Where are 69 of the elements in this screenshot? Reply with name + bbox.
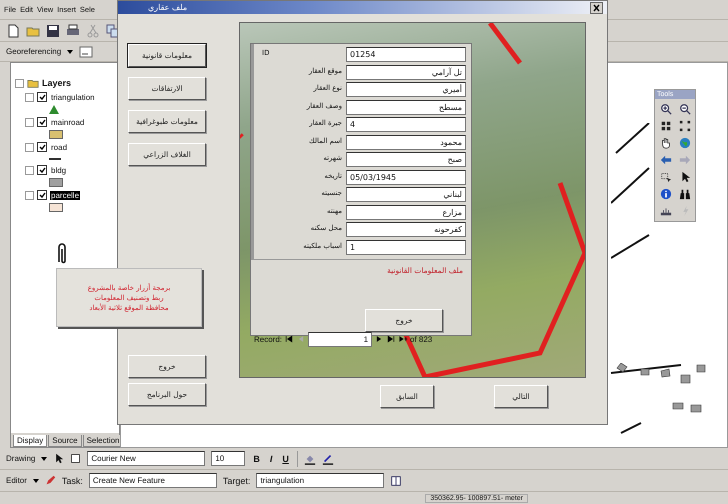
task-label: Task:: [62, 476, 83, 486]
font-field[interactable]: Courier New: [87, 451, 206, 466]
text-field[interactable]: 05/03/1945: [346, 170, 466, 184]
layer-name[interactable]: parcelle: [50, 190, 80, 200]
paperclip-icon: [56, 242, 68, 266]
zoom-out-icon[interactable]: [678, 103, 690, 115]
text-field[interactable]: 4: [346, 117, 466, 132]
drawing-menu[interactable]: Drawing: [6, 454, 36, 463]
text-field[interactable]: تل آرامي: [346, 64, 466, 80]
globe-icon[interactable]: [678, 137, 690, 149]
layer-name[interactable]: triangulation: [50, 92, 96, 102]
layer-checkbox[interactable]: [37, 190, 47, 200]
text-field[interactable]: صبح: [346, 152, 466, 167]
text-field[interactable]: 01254: [346, 47, 466, 62]
editor-menu[interactable]: Editor: [6, 476, 27, 485]
rectangle-icon[interactable]: [70, 453, 82, 464]
sketch-pencil-icon[interactable]: [44, 475, 56, 486]
record-total: of 823: [410, 334, 432, 344]
text-field[interactable]: مسطح: [346, 100, 466, 114]
layer-name[interactable]: road: [50, 142, 68, 152]
zoom-in-grid-icon[interactable]: [660, 120, 672, 132]
hand-icon[interactable]: [660, 137, 672, 149]
text-field[interactable]: لبناني: [346, 187, 466, 202]
text-field[interactable]: 1: [346, 240, 466, 254]
info-icon[interactable]: [660, 188, 672, 200]
layer-name[interactable]: bldg: [50, 166, 68, 174]
select-features-icon[interactable]: [660, 171, 672, 183]
print-icon[interactable]: [66, 24, 80, 38]
window-title: ملف عقاري: [148, 3, 188, 12]
target-label: Target:: [222, 476, 250, 486]
layers-folder-icon: [27, 77, 39, 89]
italic-button[interactable]: I: [268, 454, 274, 464]
caret-icon[interactable]: [32, 478, 39, 482]
attributes-icon[interactable]: [390, 474, 402, 486]
text-field[interactable]: محمود: [346, 134, 466, 150]
layers-title: Layers: [42, 78, 72, 88]
task-field[interactable]: Create New Feature: [88, 473, 217, 488]
new-file-icon[interactable]: [6, 24, 20, 38]
last-record-icon[interactable]: [386, 334, 396, 344]
close-icon[interactable]: [590, 2, 603, 14]
text-field[interactable]: أميري: [346, 82, 466, 97]
toc-tab[interactable]: Source: [48, 435, 82, 447]
layer-checkbox[interactable]: [37, 165, 47, 175]
pointer-icon[interactable]: [53, 453, 64, 464]
caret-icon[interactable]: [67, 50, 74, 54]
binoculars-icon[interactable]: [678, 188, 690, 200]
save-icon[interactable]: [46, 24, 60, 38]
layer-name[interactable]: mainroad: [50, 118, 86, 126]
back-arrow-icon[interactable]: [660, 154, 672, 166]
record-number-field[interactable]: 1: [308, 332, 372, 346]
new-record-icon[interactable]: [398, 334, 408, 344]
georeferencing-menu[interactable]: Georeferencing: [6, 47, 62, 56]
record-label: Record:: [254, 334, 282, 344]
layer-checkbox[interactable]: [37, 117, 47, 127]
text-field[interactable]: كفرحونه: [346, 222, 466, 237]
target-field[interactable]: triangulation: [256, 473, 384, 488]
line-color-icon[interactable]: [322, 452, 334, 464]
layer-checkbox[interactable]: [37, 92, 47, 102]
toc-tab[interactable]: Display: [13, 435, 48, 447]
underline-button[interactable]: U: [280, 454, 291, 464]
zoom-out-grid-icon[interactable]: [678, 120, 690, 132]
zoom-in-icon[interactable]: [660, 103, 672, 115]
caret-icon[interactable]: [41, 456, 48, 460]
font-size-field[interactable]: 10: [211, 451, 246, 466]
first-record-icon[interactable]: [284, 334, 294, 344]
layer-checkbox[interactable]: [37, 142, 47, 152]
text-field[interactable]: مزارع: [346, 204, 466, 220]
layer-dropdown-icon[interactable]: [79, 44, 94, 58]
bold-button[interactable]: B: [251, 454, 262, 464]
